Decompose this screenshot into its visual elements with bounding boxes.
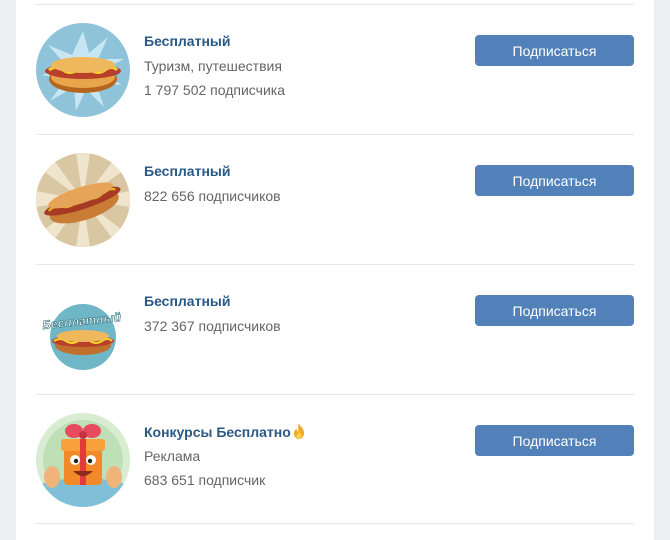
avatar[interactable] bbox=[36, 23, 130, 117]
gift-character-icon bbox=[36, 413, 130, 507]
community-name[interactable]: Конкурсы Бесплатно bbox=[144, 423, 306, 440]
subscriber-count: 683 651 подписчик bbox=[144, 472, 266, 488]
avatar[interactable]: Бесплатный bbox=[36, 283, 130, 377]
community-name[interactable]: Бесплатный bbox=[144, 163, 230, 179]
divider bbox=[36, 523, 634, 524]
avatar[interactable] bbox=[36, 413, 130, 507]
community-name-text: Конкурсы Бесплатно bbox=[144, 424, 291, 440]
subscribe-button[interactable]: Подписаться bbox=[475, 295, 634, 326]
hotdog-icon bbox=[36, 23, 130, 117]
avatar[interactable] bbox=[36, 153, 130, 247]
subscribe-button[interactable]: Подписаться bbox=[475, 165, 634, 196]
list-item[interactable]: Бесплатный Туризм, путешествия 1 797 502… bbox=[36, 4, 634, 134]
list-item[interactable]: Бесплатный 822 656 подписчиков Подписать… bbox=[36, 134, 634, 264]
list-item[interactable]: Конкурсы Бесплатно Реклама 683 651 подпи… bbox=[36, 394, 634, 524]
list-item[interactable]: Бесплатный Бесплатный 372 367 подписчико… bbox=[36, 264, 634, 394]
community-name[interactable]: Бесплатный bbox=[144, 293, 230, 309]
subscribe-button[interactable]: Подписаться bbox=[475, 35, 634, 66]
community-category: Реклама bbox=[144, 448, 201, 464]
fire-icon bbox=[293, 423, 304, 439]
subscriber-count: 822 656 подписчиков bbox=[144, 188, 281, 204]
community-list: Бесплатный Туризм, путешествия 1 797 502… bbox=[16, 0, 654, 540]
hotdog-icon bbox=[36, 153, 130, 247]
subscribe-button[interactable]: Подписаться bbox=[475, 425, 634, 456]
community-category: Туризм, путешествия bbox=[144, 58, 282, 74]
community-name[interactable]: Бесплатный bbox=[144, 33, 230, 49]
hotdog-logo-icon: Бесплатный bbox=[36, 283, 130, 377]
subscriber-count: 1 797 502 подписчика bbox=[144, 82, 285, 98]
subscriber-count: 372 367 подписчиков bbox=[144, 318, 281, 334]
